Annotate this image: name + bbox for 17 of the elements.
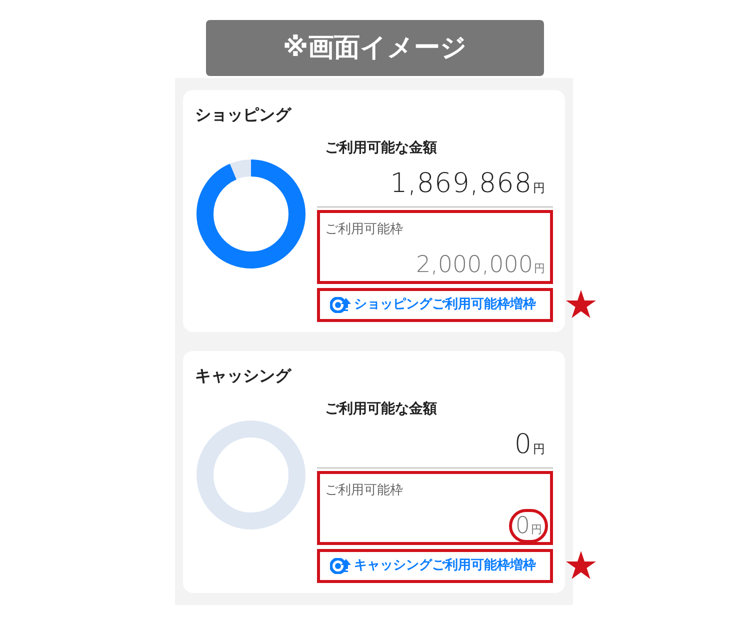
card-title: ショッピング bbox=[195, 104, 292, 126]
coin-arrow-icon bbox=[330, 297, 352, 313]
label: ご利用可能枠 bbox=[325, 482, 404, 500]
label: ご利用可能枠 bbox=[325, 221, 404, 239]
coin-arrow-icon bbox=[330, 558, 352, 574]
banner: ※画面イメージ bbox=[206, 20, 544, 76]
unit: 円 bbox=[533, 441, 545, 458]
label: ご利用可能な金額 bbox=[324, 400, 438, 419]
amount: 0 bbox=[514, 429, 532, 461]
increase-limit-link[interactable]: ショッピングご利用可能枠増枠 bbox=[317, 288, 553, 322]
amount: 1,869,868 bbox=[390, 168, 532, 200]
limit-amount: 2,000,000 円 bbox=[416, 251, 545, 279]
limit-amount: 0 円 bbox=[509, 509, 548, 543]
card-title: キャッシング bbox=[195, 365, 292, 387]
label: ご利用可能な金額 bbox=[324, 139, 438, 158]
unit: 円 bbox=[533, 180, 545, 197]
increase-limit-link[interactable]: キャッシングご利用可能枠増枠 bbox=[317, 549, 553, 583]
